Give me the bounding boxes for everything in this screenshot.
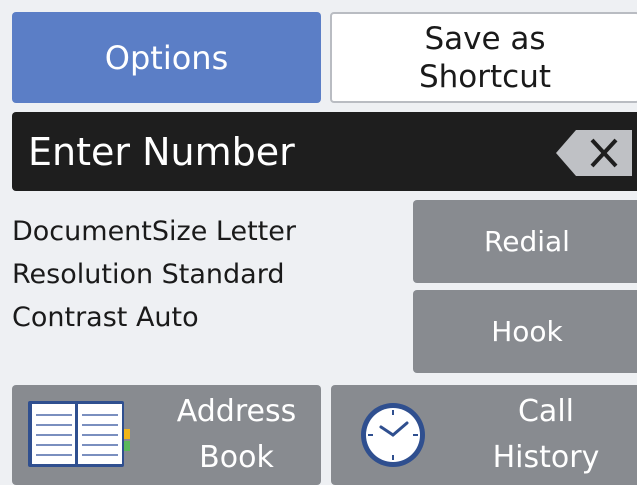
address-label-line1: Address	[176, 394, 297, 429]
number-input[interactable]: Enter Number	[28, 112, 528, 191]
address-book-button[interactable]: Address Book	[12, 385, 321, 485]
fax-settings-summary: DocumentSize Letter Resolution Standard …	[12, 210, 402, 339]
clock-icon	[361, 403, 425, 467]
address-label-line2: Book	[199, 440, 274, 475]
setting-document-size: DocumentSize Letter	[12, 216, 296, 247]
options-button[interactable]: Options	[12, 12, 321, 103]
redial-label: Redial	[484, 225, 570, 258]
number-entry-bar[interactable]: Enter Number	[12, 112, 637, 191]
save-as-shortcut-button[interactable]: Save as Shortcut	[330, 12, 637, 103]
setting-contrast: Contrast Auto	[12, 302, 199, 333]
redial-button[interactable]: Redial	[413, 200, 637, 283]
hook-button[interactable]: Hook	[413, 290, 637, 373]
history-label-line2: History	[492, 440, 600, 475]
shortcut-label-line1: Save as	[424, 20, 546, 57]
history-label-line1: Call	[517, 394, 574, 429]
setting-resolution: Resolution Standard	[12, 259, 285, 290]
shortcut-label-line2: Shortcut	[418, 58, 552, 95]
address-book-icon	[28, 401, 130, 467]
backspace-icon[interactable]	[556, 130, 632, 176]
hook-label: Hook	[491, 315, 563, 348]
options-label: Options	[104, 38, 229, 77]
call-history-button[interactable]: Call History	[331, 385, 637, 485]
